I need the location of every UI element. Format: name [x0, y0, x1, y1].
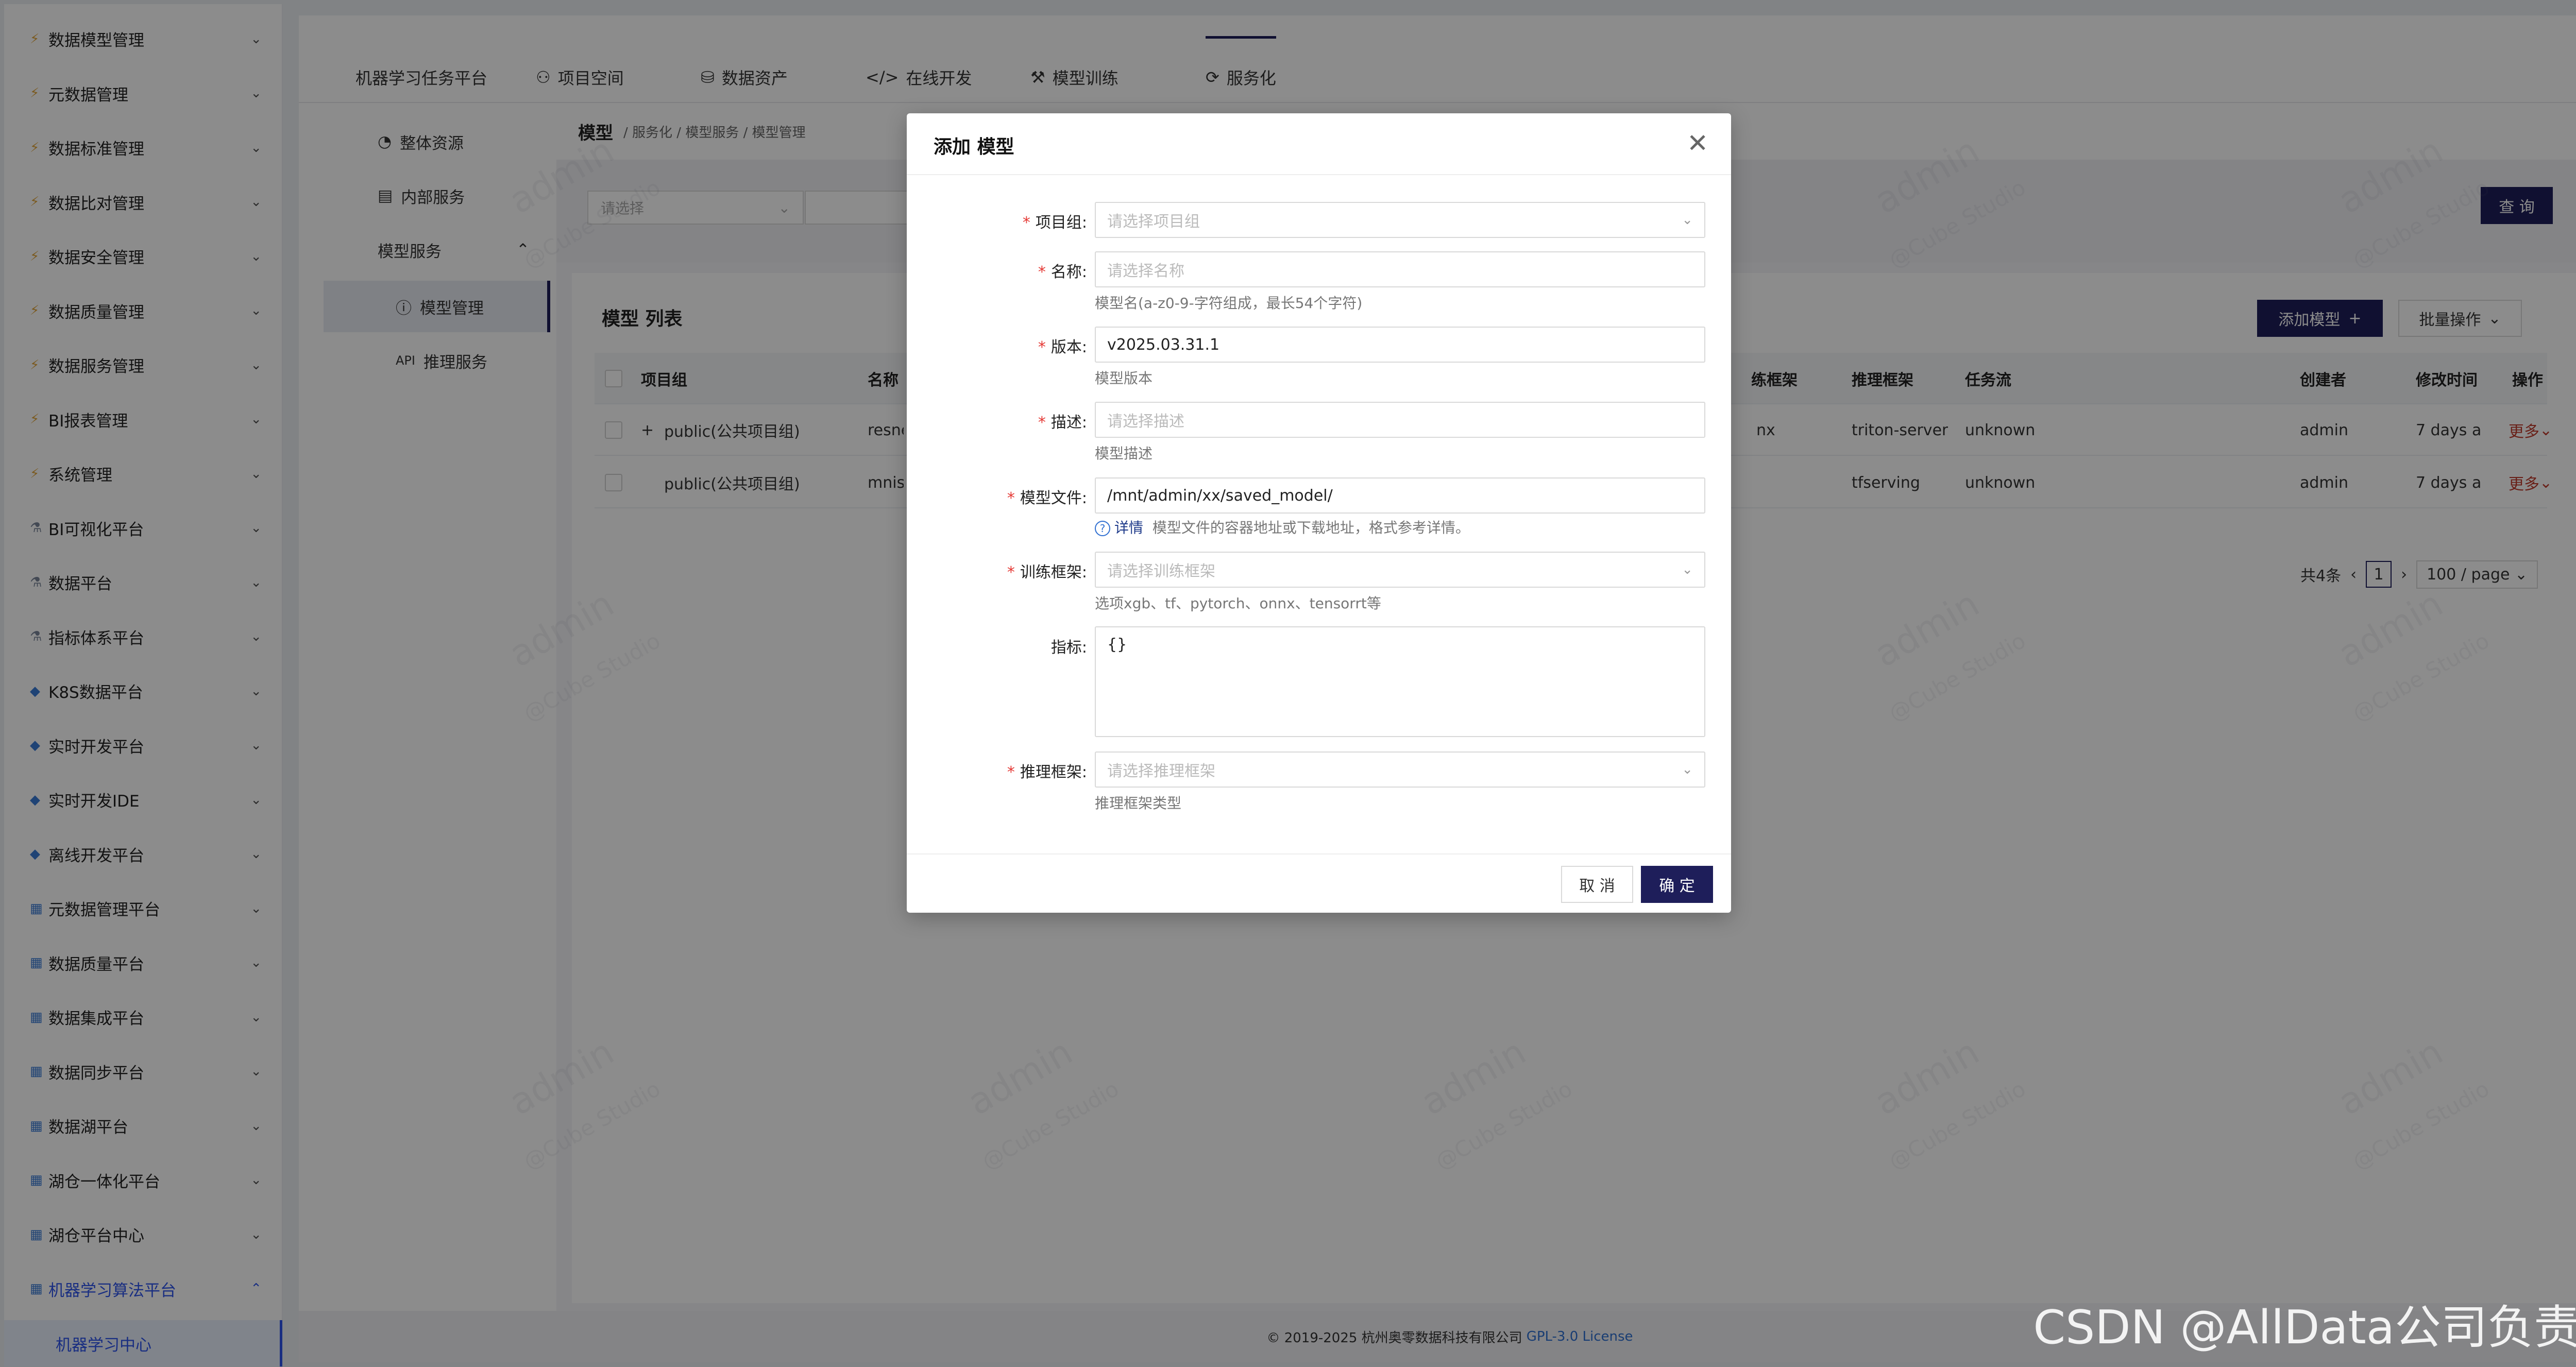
infer-framework-help: 推理框架类型 — [1095, 795, 1182, 812]
version-value: v2025.03.31.1 — [1107, 335, 1220, 354]
name-field[interactable]: 请选择名称 — [1095, 251, 1705, 287]
description-label: * 描述: — [1038, 414, 1087, 432]
add-model-dialog: 添加 模型 ✕ * 项目组: 请选择项目组 ⌄ * 名称: 请选择名称 模型名(a-… — [907, 113, 1731, 913]
metrics-textarea[interactable]: {} — [1095, 626, 1705, 737]
project-group-label: * 项目组: — [1022, 214, 1087, 232]
train-framework-placeholder: 请选择训练框架 — [1107, 562, 1215, 580]
dialog-header: 添加 模型 ✕ — [907, 113, 1731, 175]
infer-framework-select[interactable]: 请选择推理框架 ⌄ — [1095, 751, 1705, 788]
metrics-label: 指标: — [1050, 639, 1087, 657]
description-field[interactable]: 请选择描述 — [1095, 402, 1705, 438]
train-framework-select[interactable]: 请选择训练框架 ⌄ — [1095, 552, 1705, 588]
cancel-button[interactable]: 取 消 — [1561, 866, 1633, 903]
model-file-label: * 模型文件: — [1007, 489, 1087, 507]
chevron-down-icon: ⌄ — [1682, 762, 1693, 777]
chevron-down-icon: ⌄ — [1682, 562, 1693, 577]
train-framework-label: * 训练框架: — [1007, 563, 1087, 582]
version-field[interactable]: v2025.03.31.1 — [1095, 327, 1705, 363]
project-group-select[interactable]: 请选择项目组 ⌄ — [1095, 202, 1705, 238]
model-file-value: /mnt/admin/xx/saved_model/ — [1107, 486, 1333, 505]
question-icon: ? — [1095, 521, 1110, 536]
model-file-field[interactable]: /mnt/admin/xx/saved_model/ — [1095, 477, 1705, 514]
version-label: * 版本: — [1038, 338, 1087, 356]
infer-framework-placeholder: 请选择推理框架 — [1107, 762, 1215, 780]
chevron-down-icon: ⌄ — [1682, 212, 1693, 228]
dialog-footer: 取 消 确 定 — [907, 853, 1731, 913]
csdn-watermark: CSDN @AllData公司负责人 — [2033, 1301, 2576, 1355]
name-label: * 名称: — [1038, 263, 1087, 281]
infer-framework-label: * 推理框架: — [1007, 763, 1087, 781]
model-file-help-text: 模型文件的容器地址或下载地址，格式参考详情。 — [1152, 519, 1470, 536]
version-help: 模型版本 — [1095, 370, 1153, 387]
name-help: 模型名(a-z0-9-字符组成，最长54个字符) — [1095, 295, 1363, 312]
detail-link[interactable]: 详情 — [1114, 519, 1143, 536]
description-placeholder: 请选择描述 — [1107, 413, 1184, 431]
project-group-placeholder: 请选择项目组 — [1107, 213, 1200, 231]
description-help: 模型描述 — [1095, 445, 1153, 462]
name-placeholder: 请选择名称 — [1107, 262, 1184, 280]
model-file-help: ? 详情 模型文件的容器地址或下载地址，格式参考详情。 — [1095, 517, 1470, 537]
dialog-title: 添加 模型 — [934, 136, 1014, 158]
confirm-button[interactable]: 确 定 — [1641, 866, 1713, 903]
close-icon[interactable]: ✕ — [1687, 128, 1708, 159]
train-framework-help: 选项xgb、tf、pytorch、onnx、tensorrt等 — [1095, 595, 1381, 612]
